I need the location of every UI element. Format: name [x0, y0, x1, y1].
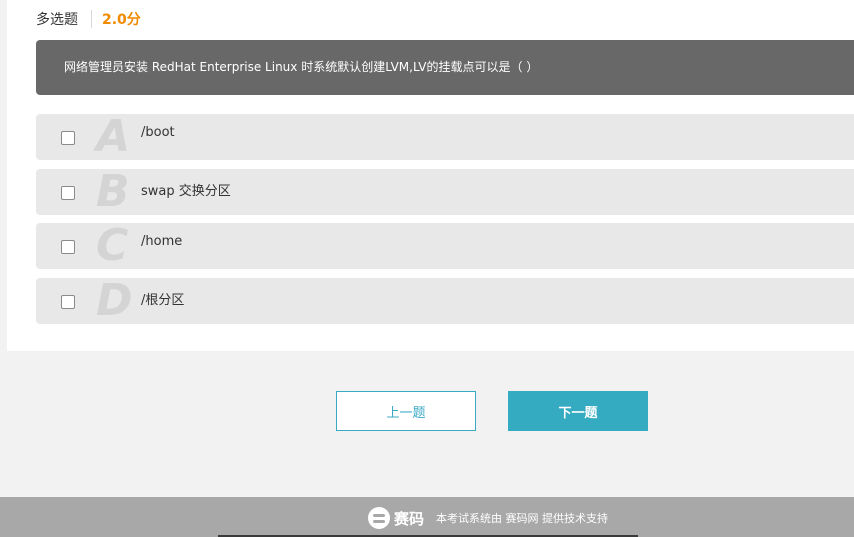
- option-c-checkbox[interactable]: [61, 240, 75, 254]
- next-question-button[interactable]: 下一题: [508, 391, 648, 431]
- option-d-letter: D: [96, 275, 133, 326]
- option-b-text: swap 交换分区: [141, 184, 231, 199]
- brand-name: 赛码: [394, 509, 425, 528]
- question-score: 2.0分: [102, 12, 141, 28]
- option-d-checkbox[interactable]: [61, 295, 75, 309]
- question-type-label: 多选题: [36, 12, 78, 28]
- option-a[interactable]: A /boot: [36, 114, 854, 160]
- option-c-letter: C: [96, 220, 129, 271]
- option-b-checkbox[interactable]: [61, 186, 75, 200]
- option-b-letter: B: [96, 166, 130, 217]
- option-d[interactable]: D /根分区: [36, 278, 854, 324]
- option-a-checkbox[interactable]: [61, 131, 75, 145]
- prev-question-button[interactable]: 上一题: [336, 391, 476, 431]
- question-stem: 网络管理员安装 RedHat Enterprise Linux 时系统默认创建L…: [36, 40, 854, 95]
- footer-brand: 赛码 本考试系统由 赛码网 提供技术支持: [368, 507, 608, 529]
- option-a-letter: A: [96, 111, 131, 162]
- saima-logo-icon: [368, 507, 390, 529]
- option-c-text: /home: [141, 234, 183, 249]
- option-c[interactable]: C /home: [36, 223, 854, 269]
- header-divider: [91, 10, 92, 28]
- option-d-text: /根分区: [141, 293, 185, 308]
- support-text: 本考试系统由 赛码网 提供技术支持: [436, 512, 609, 525]
- option-a-text: /boot: [141, 125, 175, 140]
- question-header: 多选题 2.0分: [36, 9, 141, 29]
- option-b[interactable]: B swap 交换分区: [36, 169, 854, 215]
